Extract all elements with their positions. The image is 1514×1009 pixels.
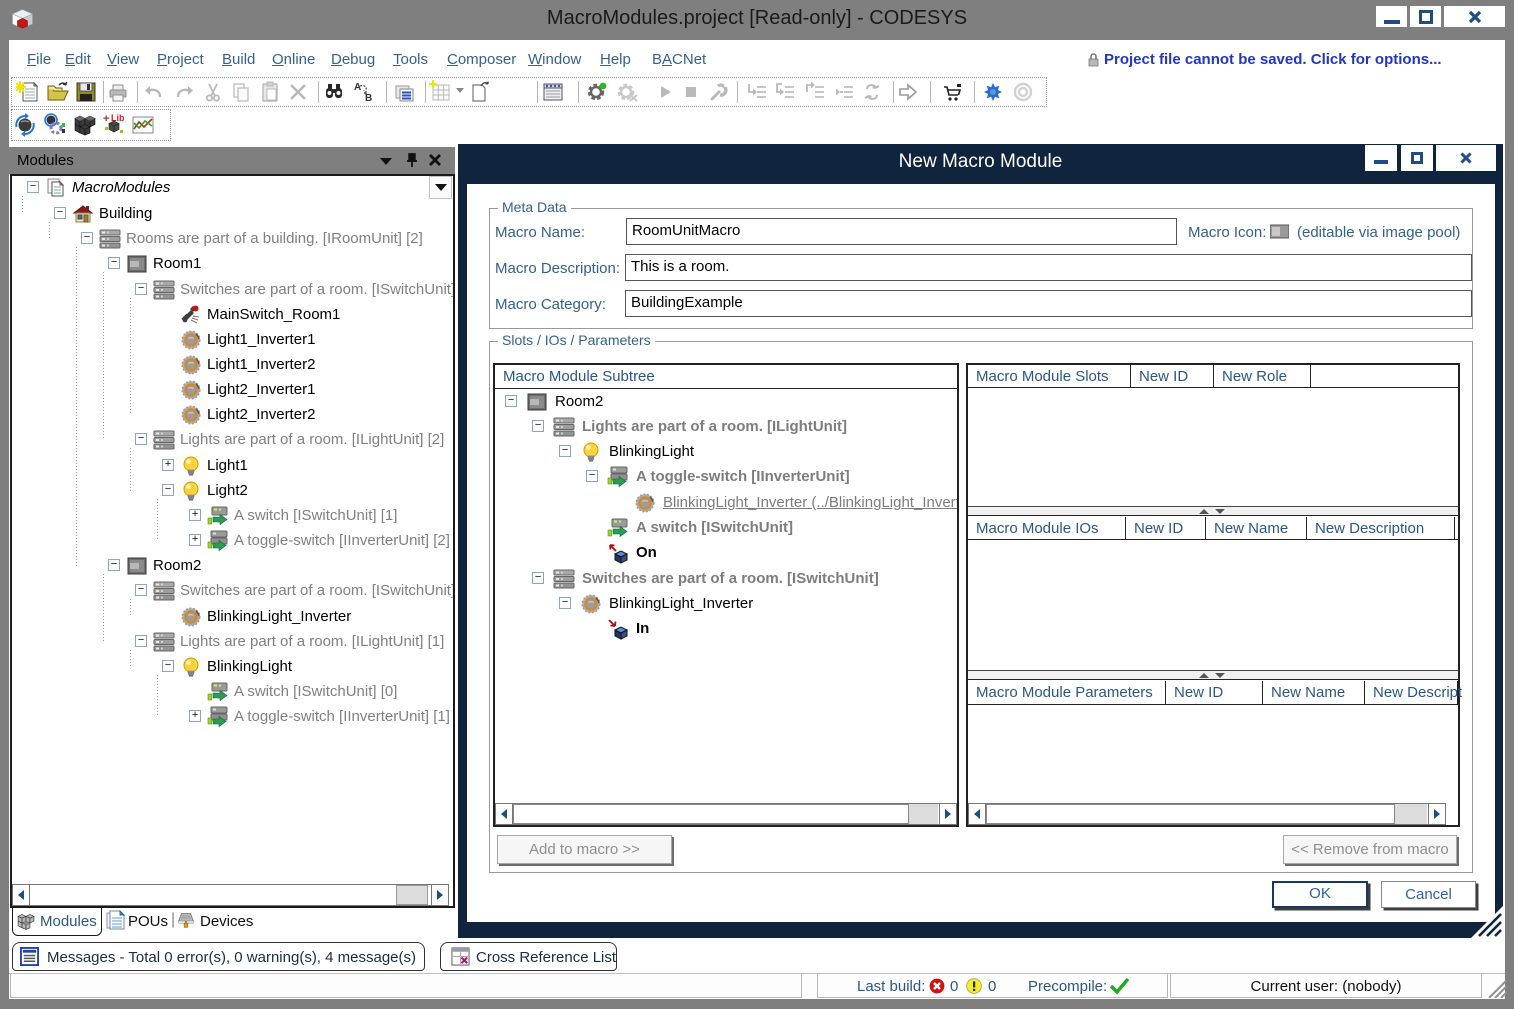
svg-text:B: B [365, 93, 372, 104]
svg-text:A: A [354, 82, 361, 93]
svg-text:+: + [103, 113, 109, 125]
